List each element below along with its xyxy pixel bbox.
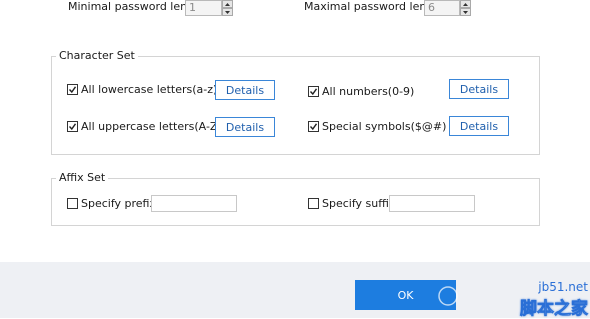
suffix-label: Specify suffix: [322, 196, 400, 210]
spin-down-icon[interactable] [222, 8, 233, 16]
cursor-overlay-icon [438, 286, 458, 306]
watermark-url: jb51.net [538, 280, 588, 294]
symbols-details-button[interactable]: Details [449, 116, 509, 136]
lowercase-label: All lowercase letters(a-z) [81, 82, 218, 96]
uppercase-checkbox[interactable] [67, 120, 78, 132]
numbers-checkbox[interactable] [308, 85, 319, 97]
min-length-input[interactable]: 1 [185, 0, 222, 16]
checkmark-icon [68, 85, 77, 93]
character-set-group [51, 56, 540, 155]
suffix-checkbox[interactable] [308, 197, 319, 209]
checkmark-icon [309, 87, 318, 95]
watermark-brand: 脚本之家 [520, 299, 589, 319]
checkmark-icon [68, 122, 77, 130]
min-length-stepper[interactable] [222, 0, 233, 16]
uppercase-label: All uppercase letters(A-Z) [81, 119, 222, 133]
character-set-title: Character Set [56, 50, 138, 62]
lowercase-option[interactable]: All lowercase letters(a-z) [67, 81, 217, 97]
max-length-input[interactable]: 6 [424, 0, 460, 16]
numbers-details-button[interactable]: Details [449, 79, 509, 99]
uppercase-details-button[interactable]: Details [215, 117, 275, 137]
spin-down-icon[interactable] [460, 8, 471, 16]
lowercase-details-button[interactable]: Details [215, 80, 275, 100]
checkmark-icon [309, 122, 318, 130]
symbols-checkbox[interactable] [308, 120, 319, 132]
prefix-option[interactable]: Specify prefix: [67, 195, 160, 211]
suffix-input[interactable] [389, 195, 475, 212]
prefix-input[interactable] [151, 195, 237, 212]
watermark-logo: jb51.net 脚本之家 [490, 280, 590, 319]
suffix-option[interactable]: Specify suffix: [308, 195, 399, 211]
max-length-stepper[interactable] [460, 0, 471, 16]
symbols-label: Special symbols($@#) [322, 119, 447, 133]
prefix-checkbox[interactable] [67, 197, 78, 209]
prefix-label: Specify prefix: [81, 196, 160, 210]
spin-up-icon[interactable] [222, 0, 233, 8]
lowercase-checkbox[interactable] [67, 83, 78, 95]
spin-up-icon[interactable] [460, 0, 471, 8]
uppercase-option[interactable]: All uppercase letters(A-Z) [67, 118, 222, 134]
numbers-option[interactable]: All numbers(0-9) [308, 83, 414, 99]
symbols-option[interactable]: Special symbols($@#) [308, 118, 446, 134]
affix-set-title: Affix Set [56, 172, 109, 184]
numbers-label: All numbers(0-9) [322, 84, 415, 98]
